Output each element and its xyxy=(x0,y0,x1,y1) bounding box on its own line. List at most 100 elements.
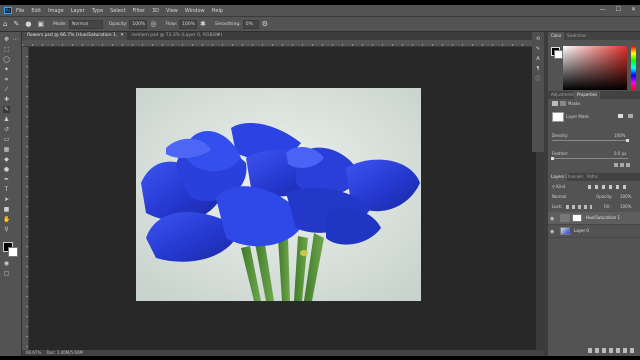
menu-type[interactable]: Type xyxy=(92,8,103,14)
color-background-swatch[interactable] xyxy=(554,50,563,59)
density-slider[interactable] xyxy=(552,140,628,141)
zoom-icon[interactable]: ⚲ xyxy=(3,226,10,233)
opacity-field[interactable]: 100% xyxy=(129,19,148,29)
brush-preset-icon[interactable]: ✎ xyxy=(13,20,19,28)
lock-icons[interactable] xyxy=(566,205,592,209)
feather-label: Feather: xyxy=(552,151,569,156)
pen-icon[interactable]: ✒ xyxy=(3,176,10,183)
tab-lemlem[interactable]: lemlem.psd @ 73.3% (Layer 0, RGB/8#) * ✕ xyxy=(127,32,223,46)
layer-opacity-field[interactable]: 100% xyxy=(620,194,631,199)
brush-settings-icon[interactable]: ▣ xyxy=(37,20,44,28)
mask-thumbnail[interactable] xyxy=(552,112,564,122)
tab-swatches[interactable]: Swatches xyxy=(564,32,589,40)
tab-properties[interactable]: Properties xyxy=(574,91,601,99)
fill-field[interactable]: 100% xyxy=(620,204,631,209)
tab-channels[interactable]: Channels xyxy=(562,173,587,181)
history-brush-icon[interactable]: ↺ xyxy=(3,126,10,133)
shape-icon[interactable]: ■ xyxy=(3,206,10,213)
properties-footer-icons xyxy=(614,163,634,168)
menu-layer[interactable]: Layer xyxy=(71,8,85,14)
mode-select[interactable]: Normal xyxy=(68,19,103,29)
layer-name[interactable]: Layer 0 xyxy=(574,228,589,233)
layer-mask-thumbnail[interactable] xyxy=(572,214,582,222)
visibility-eye-icon[interactable]: ◉ xyxy=(550,229,554,235)
vertical-ruler xyxy=(22,47,29,350)
layer-row-layer-0[interactable]: ◉ Layer 0 xyxy=(548,225,640,238)
visibility-eye-icon[interactable]: ◉ xyxy=(550,216,554,222)
stamp-icon[interactable]: ♟ xyxy=(3,116,10,123)
tab-paths[interactable]: Paths xyxy=(584,173,601,181)
close-button[interactable]: ✕ xyxy=(631,7,636,13)
eraser-icon[interactable]: ▭ xyxy=(3,136,10,143)
tab-flowers[interactable]: flowers.psd @ 66.7% (Hue/Saturation 1, L… xyxy=(22,32,127,46)
gradient-icon[interactable]: ▦ xyxy=(3,146,10,153)
eyedropper-icon[interactable]: ⁄ xyxy=(3,86,10,93)
layer-thumbnail[interactable] xyxy=(560,227,570,235)
layer-name[interactable]: Hue/Saturation 1 xyxy=(586,215,620,220)
magic-wand-icon[interactable]: ✦ xyxy=(3,66,10,73)
zoom-level[interactable]: 66.67% xyxy=(26,350,41,355)
apply-mask-icon[interactable] xyxy=(620,163,624,167)
hand-icon[interactable]: ✋ xyxy=(3,216,10,223)
move-icon[interactable]: ✥ xyxy=(3,36,10,43)
feather-slider-thumb[interactable] xyxy=(551,157,554,160)
layer-filter-kind[interactable]: ⚲ Kind xyxy=(552,184,565,189)
smoothing-field[interactable]: 0% xyxy=(242,19,259,29)
add-pixel-mask-icon[interactable] xyxy=(618,114,623,118)
healing-icon[interactable]: ✚ xyxy=(3,96,10,103)
density-slider-thumb[interactable] xyxy=(626,139,629,142)
tab-color[interactable]: Color xyxy=(548,32,565,40)
close-tab-icon[interactable]: ✕ xyxy=(120,32,124,40)
vector-mask-icon[interactable] xyxy=(560,101,566,106)
layer-filter-icons xyxy=(588,185,628,189)
pressure-opacity-icon[interactable]: ◎ xyxy=(150,20,156,28)
menu-view[interactable]: View xyxy=(166,8,178,14)
blend-mode-select[interactable]: Normal xyxy=(552,194,566,199)
info-panel-icon[interactable]: ⓘ xyxy=(534,76,542,83)
menu-window[interactable]: Window xyxy=(185,8,205,14)
density-value[interactable]: 100% xyxy=(614,133,625,138)
brush-icon[interactable]: ✎ xyxy=(3,106,10,113)
home-icon[interactable]: ⌂ xyxy=(3,20,7,28)
background-color-swatch[interactable] xyxy=(8,247,18,257)
flow-field[interactable]: 100% xyxy=(179,19,197,29)
close-tab-icon[interactable]: ✕ xyxy=(216,32,220,40)
brush-panel-icon[interactable]: ✎ xyxy=(534,46,542,53)
quick-mask-icon[interactable]: ◉ xyxy=(3,260,10,267)
maximize-button[interactable]: ☐ xyxy=(616,7,621,13)
feather-slider[interactable] xyxy=(552,158,628,159)
menu-select[interactable]: Select xyxy=(110,8,125,14)
layer-row-hue-saturation[interactable]: ◉ Hue/Saturation 1 xyxy=(548,212,640,225)
crop-icon[interactable]: ⌗ xyxy=(3,76,10,83)
add-vector-mask-icon[interactable] xyxy=(628,114,633,118)
menu-edit[interactable]: Edit xyxy=(31,8,41,14)
type-icon[interactable]: T xyxy=(3,186,10,193)
document-canvas[interactable] xyxy=(136,88,421,301)
menu-help[interactable]: Help xyxy=(212,8,223,14)
brush-size-icon[interactable]: ● xyxy=(25,20,31,28)
selection-from-mask-icon[interactable] xyxy=(614,163,618,167)
lasso-icon[interactable]: ◯ xyxy=(3,56,10,63)
smoothing-options-icon[interactable]: ⚙ xyxy=(262,20,268,28)
path-select-icon[interactable]: ➤ xyxy=(3,196,10,203)
disable-mask-icon[interactable] xyxy=(626,163,630,167)
right-panels: Color Swatches Adjustments Properties Ma… xyxy=(548,32,640,356)
menu-filter[interactable]: Filter xyxy=(133,8,145,14)
marquee-icon[interactable]: ⬚ xyxy=(3,46,10,53)
menu-file[interactable]: File xyxy=(16,8,24,14)
blur-icon[interactable]: ◆ xyxy=(3,156,10,163)
feather-value[interactable]: 0.0 px xyxy=(614,151,627,156)
minimize-button[interactable]: — xyxy=(600,7,606,13)
character-panel-icon[interactable]: A xyxy=(534,56,542,63)
hue-slider[interactable] xyxy=(631,46,636,90)
edit-toolbar-icon[interactable]: ⋯ xyxy=(12,36,19,43)
color-picker-field[interactable] xyxy=(563,46,627,90)
history-panel-icon[interactable]: ⟲ xyxy=(534,36,542,43)
paragraph-panel-icon[interactable]: ¶ xyxy=(534,66,542,73)
screen-mode-icon[interactable]: ▢ xyxy=(3,270,10,277)
doc-size[interactable]: Doc: 1.40M/5.60M xyxy=(47,350,83,355)
menu-image[interactable]: Image xyxy=(48,8,64,14)
airbrush-icon[interactable]: ✱ xyxy=(200,20,206,28)
dodge-icon[interactable]: ● xyxy=(3,166,10,173)
menu-3d[interactable]: 3D xyxy=(152,8,159,14)
